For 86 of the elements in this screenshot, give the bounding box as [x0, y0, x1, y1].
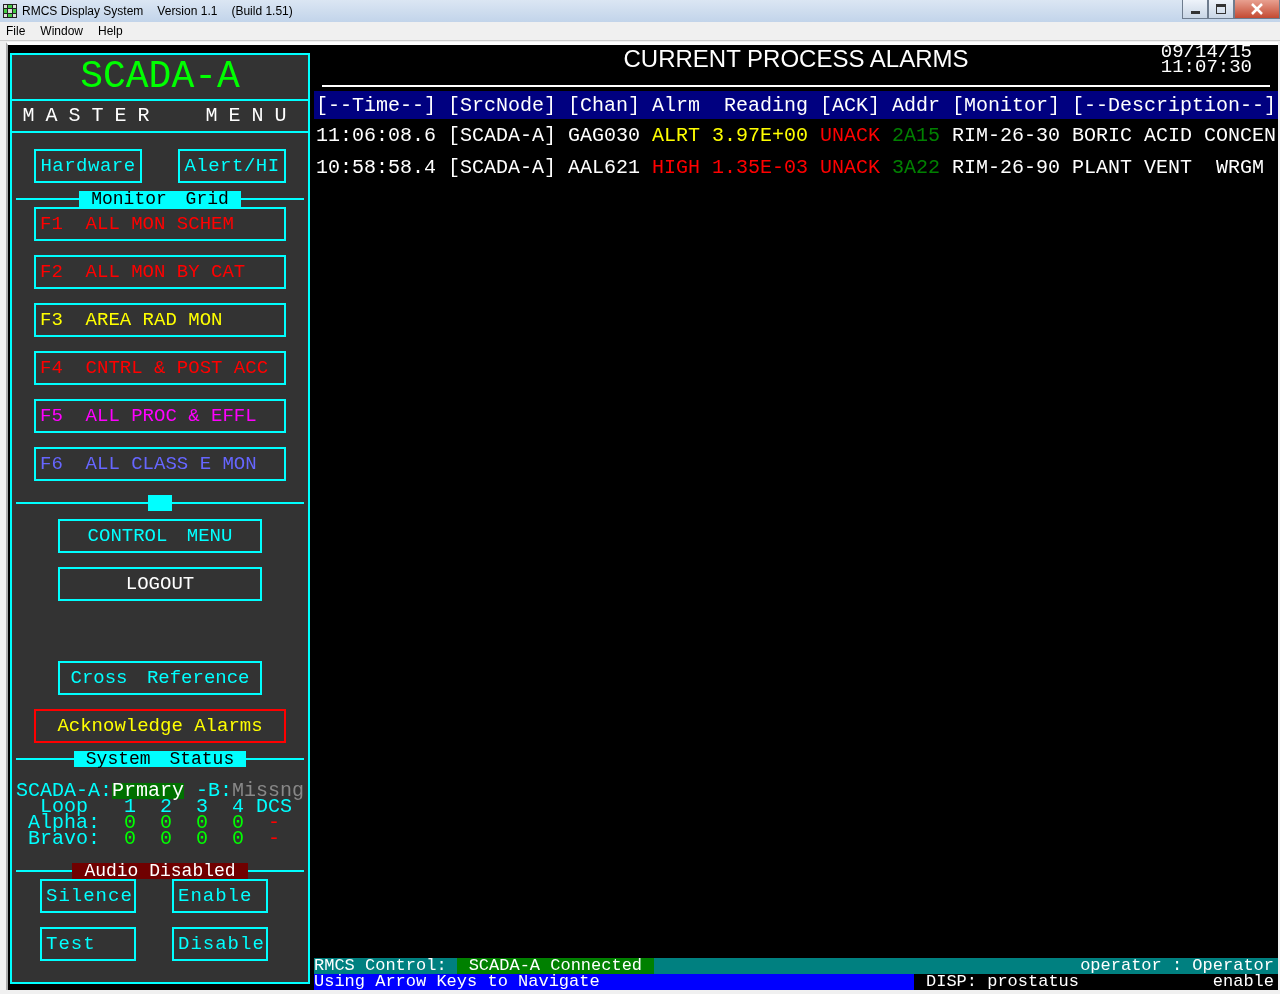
status-value: 0 — [160, 815, 174, 831]
audio-button[interactable]: Test — [40, 927, 136, 961]
status-value: 0 — [232, 831, 246, 847]
status-label: Alpha: — [27, 815, 101, 831]
display-label: DISP: prostatus — [926, 974, 1080, 990]
menu-item[interactable]: File — [6, 24, 26, 38]
section-label: Audio Disabled — [72, 863, 248, 879]
grid-button[interactable]: F3 AREA RAD MON — [34, 303, 286, 337]
status-value: 3 — [196, 799, 209, 815]
menu-button[interactable]: CONTROL MENU — [58, 519, 262, 553]
user-label: operator : Operator — [1080, 958, 1275, 974]
status-value: 0 — [196, 815, 210, 831]
audio-button[interactable]: Enable — [172, 879, 268, 913]
date-label: 09/14/15 — [1160, 45, 1252, 60]
table-cell: 3A22 — [892, 155, 941, 179]
column-header: Reading — [723, 93, 809, 117]
status-value: Missng — [232, 783, 305, 799]
menu-button[interactable]: LOGOUT — [58, 567, 262, 601]
column-header: [ACK] — [820, 93, 881, 117]
status-label: Loop — [40, 799, 88, 815]
table-cell: UNACK — [820, 155, 881, 179]
section-label: Monitor Grid — [79, 191, 241, 207]
window-title: RMCS Display System — [22, 4, 144, 18]
menu-item[interactable]: Help — [98, 24, 123, 38]
column-header: [Monitor] — [952, 93, 1061, 117]
status-value: 0 — [196, 831, 210, 847]
audio-button[interactable]: Silence — [40, 879, 136, 913]
status-text: RMCS Control: — [314, 958, 447, 974]
table-cell: 2A15 — [892, 123, 941, 147]
status-value: 1 — [124, 799, 137, 815]
status-value: 0 — [124, 815, 138, 831]
close-icon — [1250, 3, 1264, 15]
menu-button[interactable]: Hardware — [34, 149, 142, 183]
status-value: Prmary — [112, 783, 185, 799]
table-cell: BORIC ACID CONCEN — [1072, 123, 1277, 147]
table-cell: RIM-26-90 — [952, 155, 1061, 179]
status-value: 2 — [160, 799, 173, 815]
version-label: Version 1.1 — [157, 4, 218, 18]
status-value: 0 — [124, 831, 138, 847]
minimize-icon — [1190, 10, 1200, 14]
table-cell-text: PLANT VENT WRGM — [1072, 155, 1266, 179]
table-cell: GAG030 — [568, 123, 641, 147]
panel-title: SCADA-A — [12, 55, 308, 101]
table-cell: 10:58:58.4 — [316, 155, 436, 179]
maximize-icon — [1216, 4, 1226, 14]
grid-icon — [3, 4, 17, 18]
column-header: [Chan] — [568, 93, 641, 117]
section-label: System Status — [73, 751, 247, 767]
column-header: [--Description--] — [1072, 93, 1277, 117]
status-value: - — [268, 831, 282, 847]
menu-item[interactable]: Window — [40, 24, 84, 38]
table-cell: 3.97E+00 — [712, 123, 809, 147]
connection-status: SCADA-A Connected — [456, 958, 655, 974]
status-label: Bravo: — [27, 831, 101, 847]
table-cell: RIM-26-30 — [952, 123, 1061, 147]
grid-button[interactable]: F5 ALL PROC & EFFL — [34, 399, 286, 433]
table-cell: 11:06:08.6 — [316, 123, 436, 147]
hint-text: Using Arrow Keys to Navigate — [314, 974, 914, 990]
table-cell: 1.35E-03 — [712, 155, 809, 179]
table-cell: HIGH — [652, 155, 701, 179]
menu-button[interactable]: Acknowledge Alarms — [34, 709, 286, 743]
table-cell: [SCADA-A] — [448, 155, 557, 179]
build-label: (Build 1.51) — [231, 4, 293, 18]
status-value: DCS — [256, 799, 293, 815]
time-label: 11:07:30 — [1160, 60, 1252, 75]
status-value: - — [268, 815, 281, 831]
table-cell: UNACK — [820, 123, 881, 147]
maximize-button[interactable] — [1208, 0, 1234, 19]
panel-subtitle: MASTER MENU — [12, 101, 308, 133]
table-cell: [SCADA-A] — [448, 123, 557, 147]
column-header: [SrcNode] — [448, 93, 557, 117]
menu-button[interactable]: Alert/HI — [178, 149, 286, 183]
table-cell: AAL621 — [568, 155, 641, 179]
screen-title: CURRENT PROCESS ALARMS — [623, 45, 969, 74]
menu-button[interactable]: Cross Reference — [58, 661, 262, 695]
column-header: Addr — [892, 93, 941, 117]
close-button[interactable] — [1234, 0, 1280, 19]
minimize-button[interactable] — [1182, 0, 1208, 19]
status-label: SCADA-A: — [16, 783, 112, 799]
column-header: Alrm — [652, 93, 701, 117]
mode-label: enable — [1212, 974, 1274, 990]
status-value: 0 — [160, 831, 174, 847]
table-cell: ALRT — [652, 123, 701, 147]
audio-button[interactable]: Disable — [172, 927, 268, 961]
column-header: [--Time--] — [316, 93, 436, 117]
status-label: -B: — [196, 783, 233, 799]
